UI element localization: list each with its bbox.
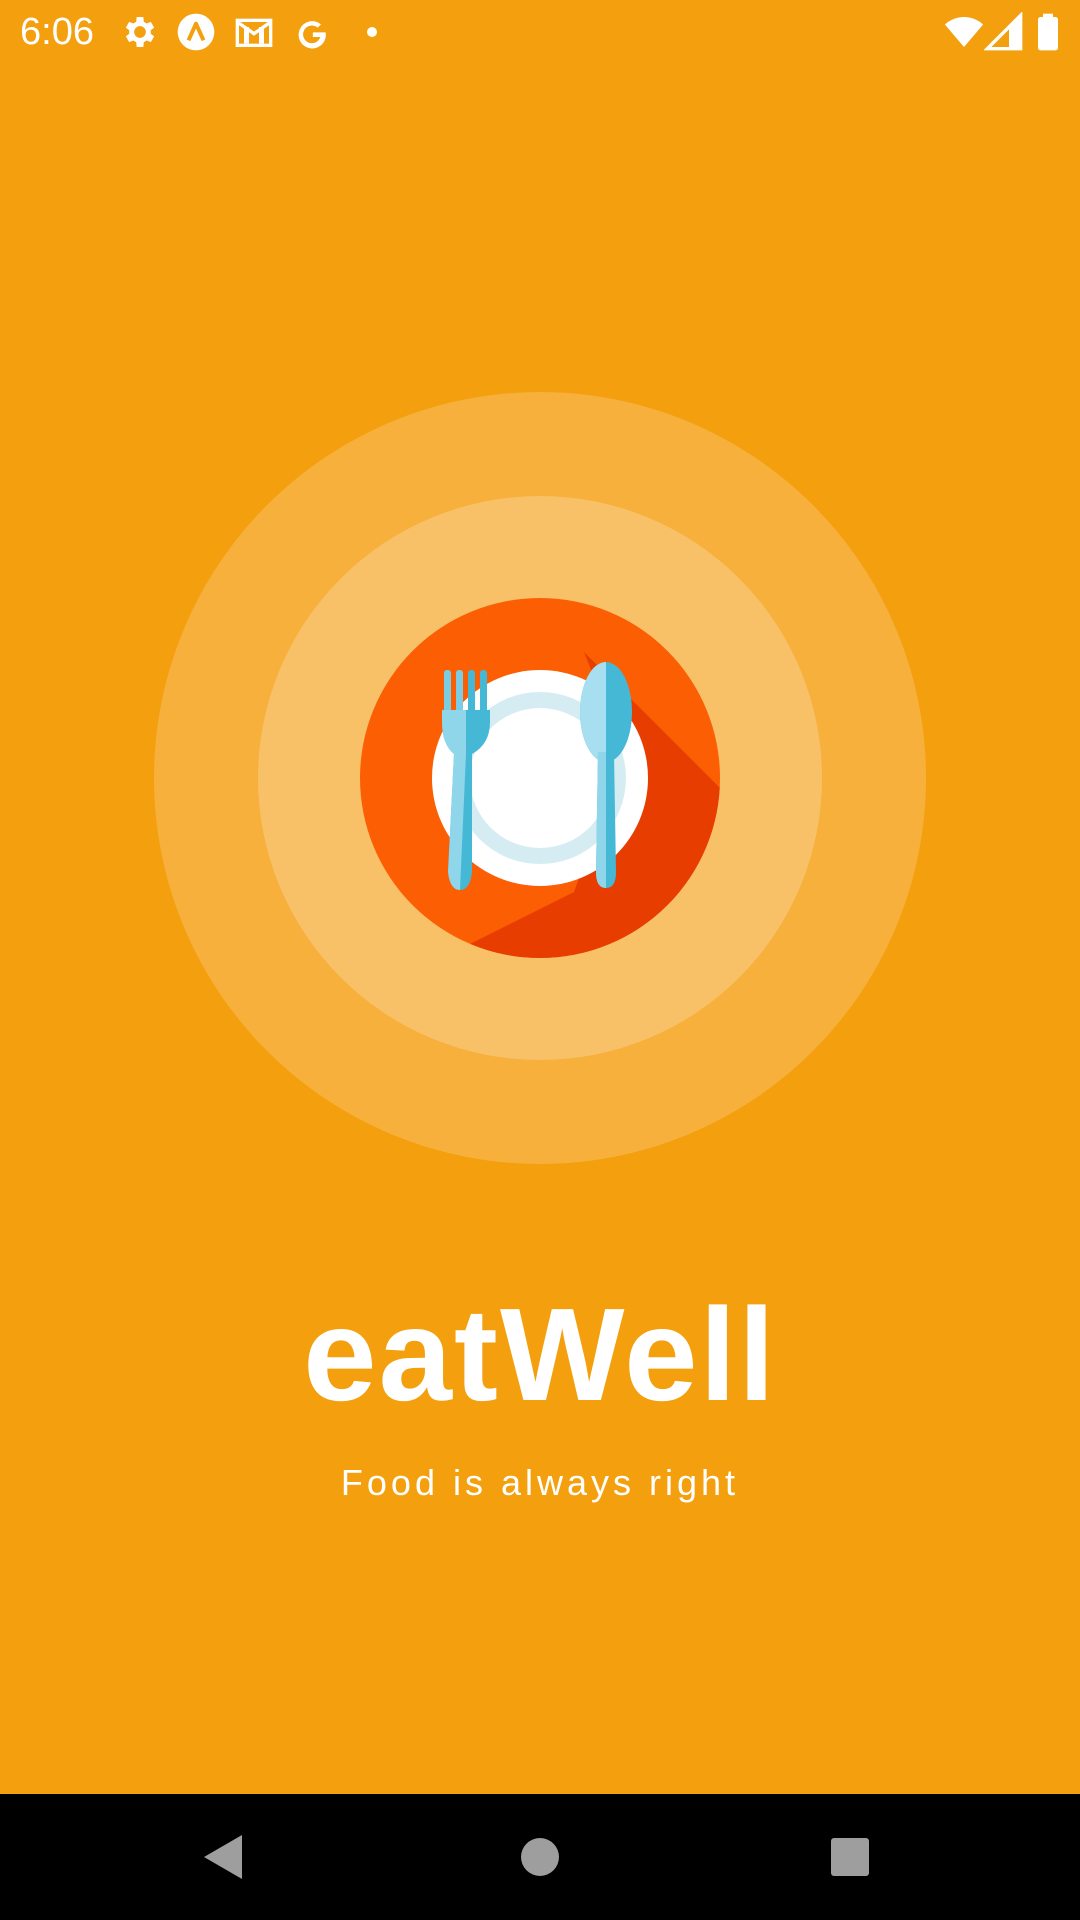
a-circle-icon bbox=[176, 12, 216, 52]
recents-button[interactable] bbox=[818, 1825, 882, 1889]
back-button[interactable] bbox=[192, 1825, 256, 1889]
app-logo bbox=[154, 392, 926, 1164]
back-triangle-icon bbox=[204, 1835, 242, 1879]
status-time: 6:06 bbox=[20, 11, 94, 53]
status-bar: 6:06 bbox=[0, 0, 1080, 63]
app-title: eatWell bbox=[303, 1281, 777, 1428]
plate-fork-spoon-icon bbox=[154, 392, 926, 1164]
gear-icon bbox=[120, 12, 160, 52]
wifi-icon bbox=[942, 12, 986, 52]
app-tagline: Food is always right bbox=[340, 1462, 740, 1503]
splash-screen: 6:06 eatWell Food is always right bbox=[0, 0, 1080, 1920]
battery-icon bbox=[1034, 12, 1062, 52]
dot-icon bbox=[352, 12, 392, 52]
recents-square-icon bbox=[831, 1838, 869, 1876]
google-icon bbox=[292, 12, 332, 52]
home-button[interactable] bbox=[508, 1825, 572, 1889]
home-circle-icon bbox=[521, 1838, 559, 1876]
signal-icon bbox=[984, 12, 1024, 52]
gmail-icon bbox=[234, 12, 274, 52]
navigation-bar bbox=[0, 1794, 1080, 1920]
